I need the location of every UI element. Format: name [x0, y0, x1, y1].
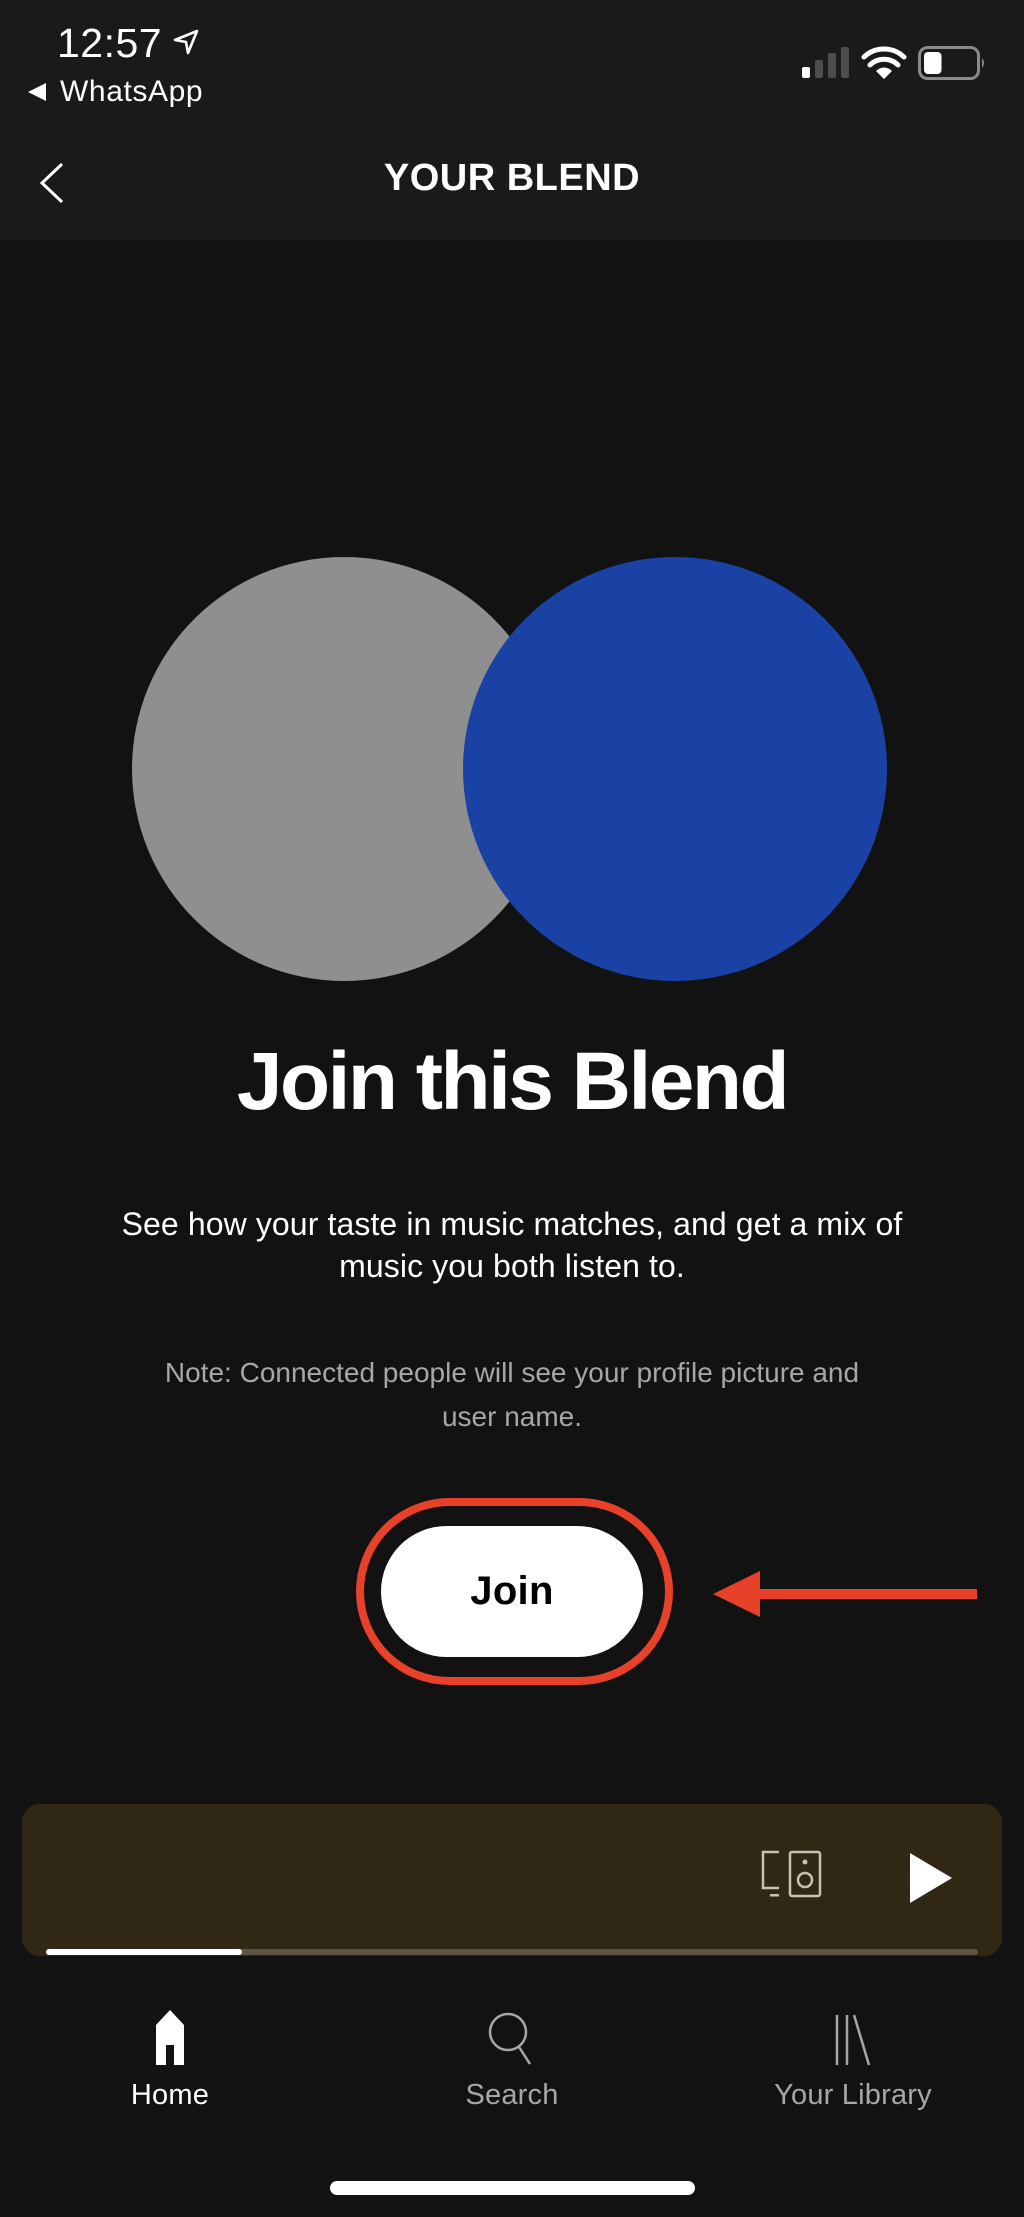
tab-label-your-library: Your Library: [774, 2079, 932, 2111]
cellular-signal-icon: [802, 47, 849, 78]
blend-description: See how your taste in music matches, and…: [121, 1206, 903, 1284]
playback-progress-fill: [46, 1949, 242, 1955]
join-button[interactable]: Join: [381, 1526, 643, 1657]
back-to-app-link[interactable]: WhatsApp: [28, 74, 203, 110]
playback-progress-bar[interactable]: [46, 1949, 978, 1955]
page-title: YOUR BLEND: [383, 157, 641, 199]
location-arrow-icon: [173, 29, 199, 55]
connect-devices-icon[interactable]: [760, 1850, 824, 1900]
back-triangle-icon: [28, 83, 46, 101]
tab-label-home: Home: [130, 2079, 210, 2111]
mini-player[interactable]: [22, 1804, 1002, 1956]
status-time: 12:57: [57, 20, 163, 66]
blend-heading: Join this Blend: [236, 1036, 790, 1127]
user-circle-right: [463, 557, 887, 981]
privacy-note: Note: Connected people will see your pro…: [164, 1357, 860, 1432]
search-icon: [488, 2012, 532, 2065]
blend-artwork: [132, 557, 887, 981]
top-header: 12:57 WhatsApp YOUR BLEND: [0, 0, 1024, 240]
play-icon[interactable]: [908, 1852, 954, 1904]
library-icon: [835, 2014, 871, 2066]
tab-home[interactable]: Home: [20, 1975, 320, 2135]
back-app-label: WhatsApp: [60, 75, 204, 108]
tab-label-search: Search: [465, 2079, 559, 2111]
home-indicator[interactable]: [330, 2181, 695, 2195]
battery-icon: [918, 46, 984, 80]
bottom-tab-bar: Home Search Your Library: [0, 1975, 1024, 2155]
home-icon: [156, 2010, 184, 2065]
tab-your-library[interactable]: Your Library: [703, 1975, 1003, 2135]
tab-search[interactable]: Search: [362, 1975, 662, 2135]
annotation-arrow-icon: [713, 1571, 977, 1617]
wifi-icon: [861, 46, 907, 79]
